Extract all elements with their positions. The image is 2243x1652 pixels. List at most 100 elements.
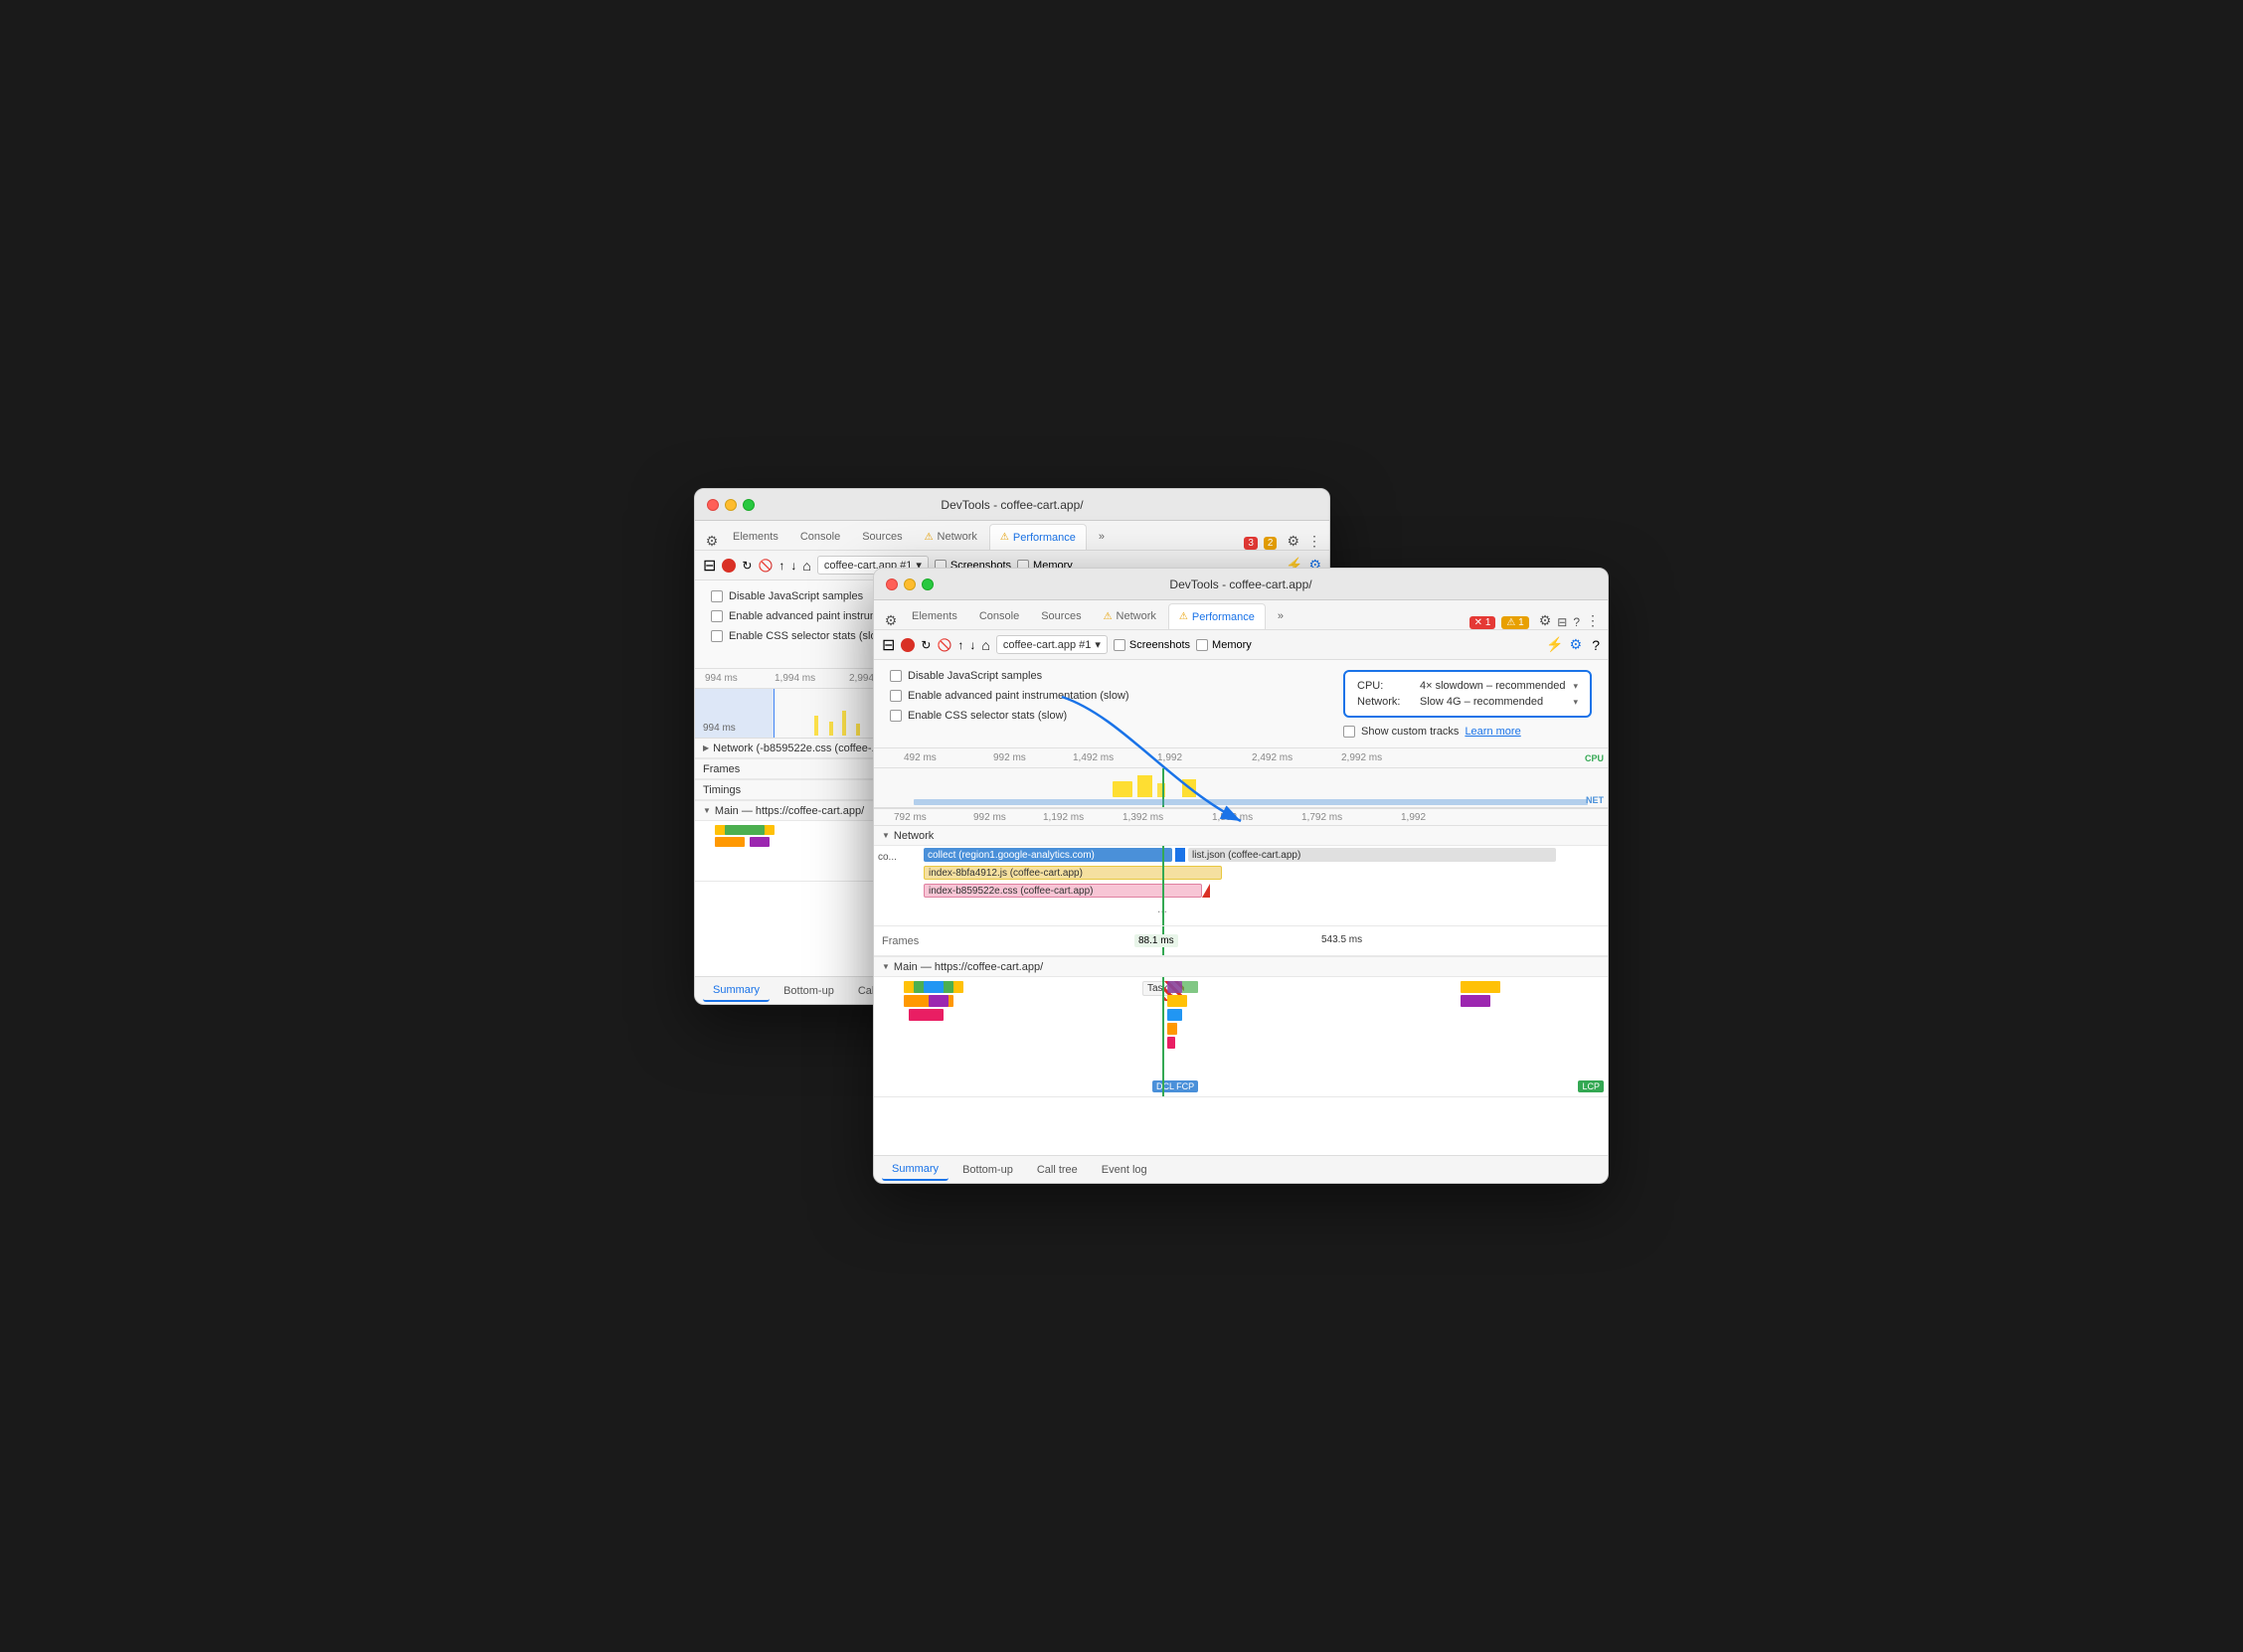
record-toolbar-front: ⊟ ↻ 🚫 ↑ ↓ ⌂ coffee-cart.app #1 ▾ Screens… bbox=[874, 630, 1608, 660]
tab-summary-back[interactable]: Summary bbox=[703, 980, 770, 1002]
tab-performance-back[interactable]: ⚠ Performance bbox=[989, 524, 1087, 550]
bottom-tabs-front: Summary Bottom-up Call tree Event log bbox=[874, 1155, 1608, 1183]
settings-area-front: Disable JavaScript samples Enable advanc… bbox=[874, 660, 1608, 748]
dcl-marker: DCL FCP bbox=[1152, 1080, 1198, 1092]
sidebar-toggle-front[interactable]: ⊟ bbox=[882, 635, 895, 655]
traffic-lights-front bbox=[886, 578, 934, 590]
network-throttle-icon-front[interactable]: ⚡ bbox=[1546, 636, 1563, 653]
more-icon-front[interactable]: ⋮ bbox=[1586, 612, 1600, 629]
scene: DevTools - coffee-cart.app/ ⚙ Elements C… bbox=[674, 468, 1569, 1184]
tab-bar-front: ⚙ Elements Console Sources ⚠ Network ⚠ P… bbox=[874, 600, 1608, 630]
checkbox-js-front[interactable]: Disable JavaScript samples bbox=[882, 666, 1335, 686]
tab-bottomup-front[interactable]: Bottom-up bbox=[952, 1160, 1023, 1180]
tab-bar-back: ⚙ Elements Console Sources ⚠ Network ⚠ P… bbox=[695, 521, 1329, 551]
frame-time-1: 88.1 ms bbox=[1134, 934, 1178, 947]
titlebar-front: DevTools - coffee-cart.app/ bbox=[874, 569, 1608, 600]
tab-network-front[interactable]: ⚠ Network bbox=[1094, 603, 1166, 629]
tab-console-front[interactable]: Console bbox=[969, 603, 1029, 629]
tab-performance-front[interactable]: ⚠ Performance bbox=[1168, 603, 1266, 629]
config-icon-front[interactable]: ⚙ bbox=[1570, 636, 1583, 653]
warning-badge-front: ⚠ 1 bbox=[1501, 616, 1528, 629]
tab-more-front[interactable]: » bbox=[1268, 603, 1294, 629]
collect-bar: collect (region1.google-analytics.com) bbox=[924, 848, 1172, 862]
error-badge-back: 3 bbox=[1244, 537, 1258, 550]
close-button-front[interactable] bbox=[886, 578, 898, 590]
timeline-container-front: 492 ms 992 ms 1,492 ms 1,992 2,492 ms 2,… bbox=[874, 748, 1608, 1155]
tab-network-back[interactable]: ⚠ Network bbox=[915, 524, 987, 550]
custom-tracks-front: Show custom tracks Learn more bbox=[1335, 722, 1600, 742]
tab-sources-back[interactable]: Sources bbox=[852, 524, 912, 550]
tab-elements-back[interactable]: Elements bbox=[723, 524, 788, 550]
lcp-marker: LCP bbox=[1578, 1080, 1604, 1092]
tab-calltree-front[interactable]: Call tree bbox=[1027, 1160, 1088, 1180]
window-title-back: DevTools - coffee-cart.app/ bbox=[941, 498, 1083, 512]
screenshots-checkbox-front[interactable]: Screenshots bbox=[1114, 639, 1190, 651]
more-icon-back[interactable]: ⋮ bbox=[1307, 533, 1321, 550]
main-content-front: Task DCL FCP bbox=[874, 977, 1608, 1096]
settings-icon-back[interactable]: ⚙ bbox=[1287, 533, 1299, 550]
titlebar-back: DevTools - coffee-cart.app/ bbox=[695, 489, 1329, 521]
error-badge-front: ✕ 1 bbox=[1469, 616, 1496, 629]
index-css-bar: index-b859522e.css (coffee-cart.app) bbox=[924, 884, 1202, 898]
maximize-button-front[interactable] bbox=[922, 578, 934, 590]
timeline-ruler-front: 492 ms 992 ms 1,492 ms 1,992 2,492 ms 2,… bbox=[874, 748, 1608, 768]
main-header-front: ▼ Main — https://coffee-cart.app/ bbox=[874, 957, 1608, 977]
checkbox-paint-front[interactable]: Enable advanced paint instrumentation (s… bbox=[882, 686, 1335, 706]
minimap-front: NET bbox=[874, 768, 1608, 808]
help-icon-front2[interactable]: ? bbox=[1592, 637, 1600, 653]
clear-back[interactable]: 🚫 bbox=[758, 559, 773, 573]
upload-front[interactable]: ↑ bbox=[957, 638, 963, 652]
tab-console-back[interactable]: Console bbox=[790, 524, 850, 550]
minimize-button-front[interactable] bbox=[904, 578, 916, 590]
network-content-front: co... collect (region1.google-analytics.… bbox=[874, 846, 1608, 925]
tab-sources-front[interactable]: Sources bbox=[1031, 603, 1091, 629]
minimize-button[interactable] bbox=[725, 499, 737, 511]
settings-icon-front[interactable]: ⚙ bbox=[1539, 612, 1552, 629]
timeline-selected-time: 994 ms bbox=[703, 723, 736, 734]
help-icon-front[interactable]: ? bbox=[1573, 615, 1580, 629]
cpu-side-label: CPU bbox=[1585, 753, 1604, 763]
throttle-panel-front: CPU: 4× slowdown – recommended ▾ Network… bbox=[1343, 670, 1592, 718]
warning-badge-back: 2 bbox=[1264, 537, 1278, 550]
net-side-label: NET bbox=[1586, 795, 1604, 805]
tab-bottomup-back[interactable]: Bottom-up bbox=[774, 981, 844, 1001]
settings-row-front: Disable JavaScript samples Enable advanc… bbox=[874, 664, 1608, 743]
tab-more-back[interactable]: » bbox=[1089, 524, 1115, 550]
frame-time-2: 543.5 ms bbox=[1321, 934, 1362, 945]
network-throttle-front: Network: Slow 4G – recommended ▾ bbox=[1357, 696, 1578, 708]
dock-icon-front[interactable]: ⊟ bbox=[1557, 615, 1567, 629]
network-header-front: ▼ Network bbox=[874, 826, 1608, 846]
download-back[interactable]: ↓ bbox=[790, 559, 796, 573]
reload-record-back[interactable]: ↻ bbox=[742, 559, 752, 573]
tab-elements-front[interactable]: Elements bbox=[902, 603, 967, 629]
clear-front[interactable]: 🚫 bbox=[937, 638, 951, 652]
window-title-front: DevTools - coffee-cart.app/ bbox=[1169, 578, 1311, 591]
devtools-content-front: ⚙ Elements Console Sources ⚠ Network ⚠ P… bbox=[874, 600, 1608, 1183]
upload-back[interactable]: ↑ bbox=[778, 559, 784, 573]
network-track-front: ▼ Network co... collect (region1.google-… bbox=[874, 826, 1608, 926]
maximize-button[interactable] bbox=[743, 499, 755, 511]
sidebar-toggle-back[interactable]: ⊟ bbox=[703, 556, 716, 576]
frames-content-front: Frames 88.1 ms 543.5 ms bbox=[874, 926, 1608, 956]
main-track-front: ▼ Main — https://coffee-cart.app/ bbox=[874, 957, 1608, 1097]
close-button[interactable] bbox=[707, 499, 719, 511]
bottom-ruler-front: 792 ms 992 ms 1,192 ms 1,392 ms 1,592 ms… bbox=[874, 808, 1608, 826]
list-json-bar: list.json (coffee-cart.app) bbox=[1188, 848, 1556, 862]
cpu-throttle-front: CPU: 4× slowdown – recommended ▾ bbox=[1357, 680, 1578, 692]
frames-track-front: Frames 88.1 ms 543.5 ms bbox=[874, 926, 1608, 957]
checkbox-css-front[interactable]: Enable CSS selector stats (slow) bbox=[882, 706, 1335, 726]
home-front[interactable]: ⌂ bbox=[981, 637, 989, 653]
devtools-icon-back: ⚙ bbox=[703, 532, 721, 550]
record-button-front[interactable] bbox=[901, 638, 915, 652]
session-selector-front[interactable]: coffee-cart.app #1 ▾ bbox=[996, 635, 1108, 654]
index-js-bar: index-8bfa4912.js (coffee-cart.app) bbox=[924, 866, 1222, 880]
record-button-back[interactable] bbox=[722, 559, 736, 573]
download-front[interactable]: ↓ bbox=[969, 638, 975, 652]
devtools-window-front: DevTools - coffee-cart.app/ ⚙ Elements C… bbox=[873, 568, 1609, 1184]
tab-eventlog-front[interactable]: Event log bbox=[1092, 1160, 1157, 1180]
traffic-lights-back bbox=[707, 499, 755, 511]
memory-checkbox-front[interactable]: Memory bbox=[1196, 639, 1252, 651]
home-back[interactable]: ⌂ bbox=[802, 558, 810, 574]
tab-summary-front[interactable]: Summary bbox=[882, 1159, 949, 1181]
reload-record-front[interactable]: ↻ bbox=[921, 638, 931, 652]
